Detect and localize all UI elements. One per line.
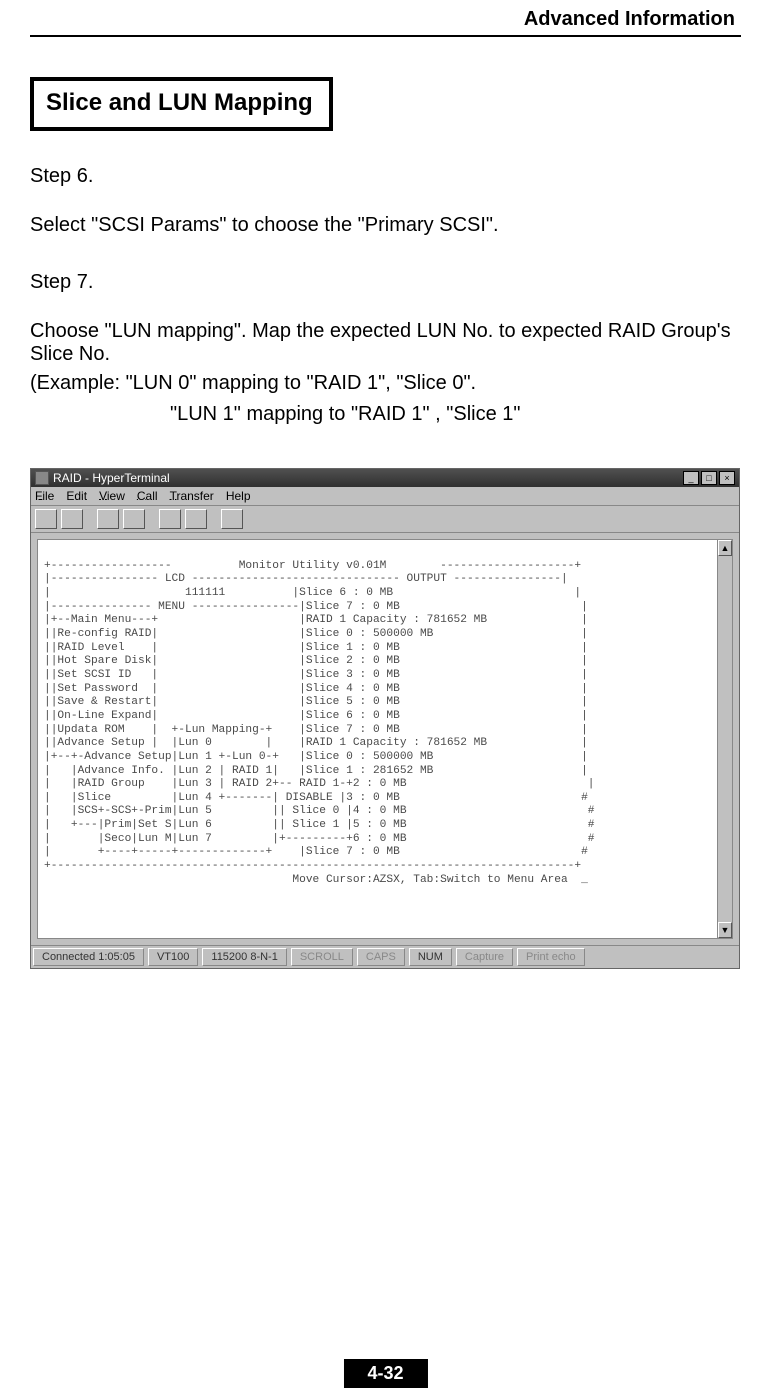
close-button[interactable]: ×	[719, 471, 735, 485]
status-caps: CAPS	[357, 948, 405, 966]
menu-view[interactable]: View	[99, 489, 125, 503]
status-settings: 115200 8-N-1	[202, 948, 286, 966]
step7-text1: Choose "LUN mapping". Map the expected L…	[30, 320, 741, 366]
status-printecho: Print echo	[517, 948, 585, 966]
header-right-title: Advanced Information	[30, 8, 741, 35]
toolbar-btn-connect[interactable]	[97, 509, 119, 529]
menu-transfer[interactable]: Transfer	[170, 489, 214, 503]
menu-call[interactable]: Call	[137, 489, 158, 503]
scroll-down-icon[interactable]: ▼	[718, 922, 732, 938]
toolbar-btn-send[interactable]	[159, 509, 181, 529]
status-num: NUM	[409, 948, 452, 966]
step6-label: Step 6.	[30, 165, 741, 188]
toolbar-btn-open[interactable]	[61, 509, 83, 529]
page-number: 4-32	[343, 1359, 427, 1388]
toolbar-btn-receive[interactable]	[185, 509, 207, 529]
hyperterminal-window: RAID - HyperTerminal _ □ × File Edit Vie…	[30, 468, 740, 969]
menu-bar: File Edit View Call Transfer Help	[31, 487, 739, 506]
scroll-up-icon[interactable]: ▲	[718, 540, 732, 556]
toolbar	[31, 506, 739, 533]
menu-edit[interactable]: Edit	[66, 489, 87, 503]
page-header: Advanced Information	[30, 0, 741, 37]
maximize-button[interactable]: □	[701, 471, 717, 485]
app-icon	[35, 471, 49, 485]
status-connected: Connected 1:05:05	[33, 948, 144, 966]
status-bar: Connected 1:05:05 VT100 115200 8-N-1 SCR…	[31, 945, 739, 968]
toolbar-btn-properties[interactable]	[221, 509, 243, 529]
step7-text3: "LUN 1" mapping to "RAID 1" , "Slice 1"	[30, 401, 741, 428]
menu-help[interactable]: Help	[226, 489, 251, 503]
toolbar-btn-disconnect[interactable]	[123, 509, 145, 529]
section-title-box: Slice and LUN Mapping	[30, 77, 333, 131]
status-scroll: SCROLL	[291, 948, 353, 966]
step7-text2: (Example: "LUN 0" mapping to "RAID 1", "…	[30, 370, 741, 397]
step6-text: Select "SCSI Params" to choose the "Prim…	[30, 214, 741, 237]
header-rule	[30, 35, 741, 37]
section-title: Slice and LUN Mapping	[46, 89, 313, 116]
window-titlebar: RAID - HyperTerminal _ □ ×	[31, 469, 739, 487]
terminal-output[interactable]: +------------------ Monitor Utility v0.0…	[37, 539, 733, 939]
status-capture: Capture	[456, 948, 513, 966]
minimize-button[interactable]: _	[683, 471, 699, 485]
window-title: RAID - HyperTerminal	[53, 471, 170, 485]
status-emulation: VT100	[148, 948, 198, 966]
terminal-scrollbar[interactable]: ▲ ▼	[717, 539, 733, 939]
menu-file[interactable]: File	[35, 489, 54, 503]
toolbar-btn-new[interactable]	[35, 509, 57, 529]
step7-label: Step 7.	[30, 271, 741, 294]
